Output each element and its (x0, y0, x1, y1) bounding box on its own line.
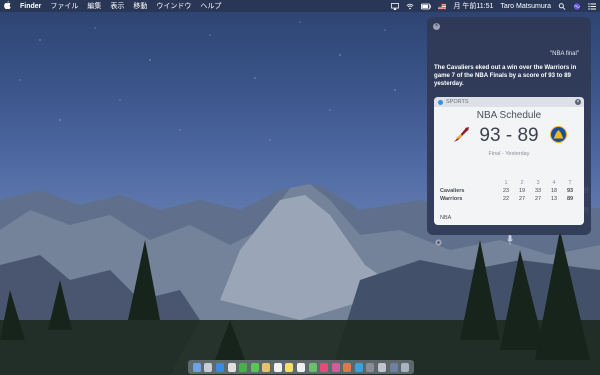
spotlight-search-icon[interactable] (558, 2, 566, 10)
wifi-icon[interactable] (406, 3, 414, 10)
menu-bar: Finder ファイル 編集 表示 移動 ウインドウ ヘルプ 月 午前11:51… (0, 0, 600, 12)
total-score-cell: 89 (566, 196, 574, 202)
period-header: 1 (504, 180, 508, 186)
period-header: 3 (536, 180, 540, 186)
period-header: 4 (552, 180, 556, 186)
microphone-icon[interactable] (507, 235, 513, 245)
team-name: Warriors (440, 196, 463, 202)
battery-icon[interactable] (421, 3, 432, 10)
launchpad-icon[interactable] (204, 362, 213, 372)
app-menu-finder[interactable]: Finder (20, 3, 41, 10)
maps-icon[interactable] (308, 362, 317, 372)
notification-center-icon[interactable] (588, 2, 596, 10)
trash-icon[interactable] (401, 362, 410, 372)
card-header: SPORTS × (434, 97, 584, 107)
safari-icon[interactable] (215, 362, 224, 372)
team-name: Cavaliers (440, 188, 465, 194)
notes-icon[interactable] (285, 362, 294, 372)
siri-query: "NBA final" (550, 51, 579, 57)
menu-help[interactable]: ヘルプ (200, 1, 221, 11)
period-header: T (568, 180, 572, 186)
menu-file[interactable]: ファイル (50, 1, 78, 11)
menubar-clock[interactable]: 月 午前11:51 (453, 1, 493, 11)
score-cell: 23 (502, 188, 510, 194)
warriors-logo-icon (550, 126, 567, 143)
dock (188, 360, 414, 374)
mail-icon[interactable] (227, 362, 236, 372)
table-row: Cavaliers 23 19 33 18 93 (440, 187, 578, 195)
ibooks-icon[interactable] (343, 362, 352, 372)
calendar-icon[interactable] (273, 362, 282, 372)
siri-settings-icon[interactable] (435, 239, 442, 246)
score-cell: 13 (550, 196, 558, 202)
score-cell: 19 (518, 188, 526, 194)
downloads-folder-icon[interactable] (389, 362, 398, 372)
facetime-icon[interactable] (239, 362, 248, 372)
apple-icon[interactable] (4, 1, 11, 11)
finder-icon[interactable] (192, 362, 201, 372)
airplay-icon[interactable] (391, 2, 400, 10)
score-cell: 27 (534, 196, 542, 202)
scoreline: 93 - 89 (434, 123, 584, 151)
table-header-row: 1 2 3 4 T (440, 179, 578, 187)
menu-edit[interactable]: 編集 (87, 1, 101, 11)
period-header: 2 (520, 180, 524, 186)
card-close-icon[interactable]: × (575, 99, 581, 105)
card-footer-source[interactable]: NBA (440, 215, 451, 221)
messages-icon[interactable] (250, 362, 259, 372)
total-score-cell: 93 (566, 188, 574, 194)
table-row: Warriors 22 27 27 13 89 (440, 195, 578, 203)
app-store-icon[interactable] (354, 362, 363, 372)
system-preferences-icon[interactable] (366, 362, 375, 372)
score-cell: 33 (534, 188, 542, 194)
score-cell: 27 (518, 196, 526, 202)
terminal-icon[interactable] (378, 362, 387, 372)
game-status: Final - Yesterday (488, 151, 530, 157)
menu-view[interactable]: 表示 (110, 1, 124, 11)
menu-window[interactable]: ウインドウ (156, 1, 191, 11)
card-title: NBA Schedule (476, 110, 542, 121)
itunes-icon[interactable] (331, 362, 340, 372)
photos-icon[interactable] (320, 362, 329, 372)
user-account-menu[interactable]: Taro Matsumura (500, 3, 551, 10)
card-category: SPORTS (446, 99, 469, 105)
menu-go[interactable]: 移動 (133, 1, 147, 11)
reminders-icon[interactable] (296, 362, 305, 372)
input-source-flag-icon[interactable] (438, 3, 447, 10)
score-cell: 18 (550, 188, 558, 194)
siri-answer: The Cavaliers eked out a win over the Wa… (434, 64, 577, 87)
sports-result-card[interactable]: SPORTS × NBA Schedule 93 - 89 Final - Ye… (434, 97, 584, 225)
box-score-table: 1 2 3 4 T Cavaliers 23 19 33 18 93 Warri… (440, 179, 578, 203)
siri-icon[interactable] (573, 2, 581, 10)
siri-panel: × "NBA final" The Cavaliers eked out a w… (427, 17, 591, 246)
contacts-icon[interactable] (262, 362, 271, 372)
score-cell: 22 (502, 196, 510, 202)
siri-close-icon[interactable]: × (433, 23, 440, 30)
sports-category-icon (438, 99, 443, 105)
